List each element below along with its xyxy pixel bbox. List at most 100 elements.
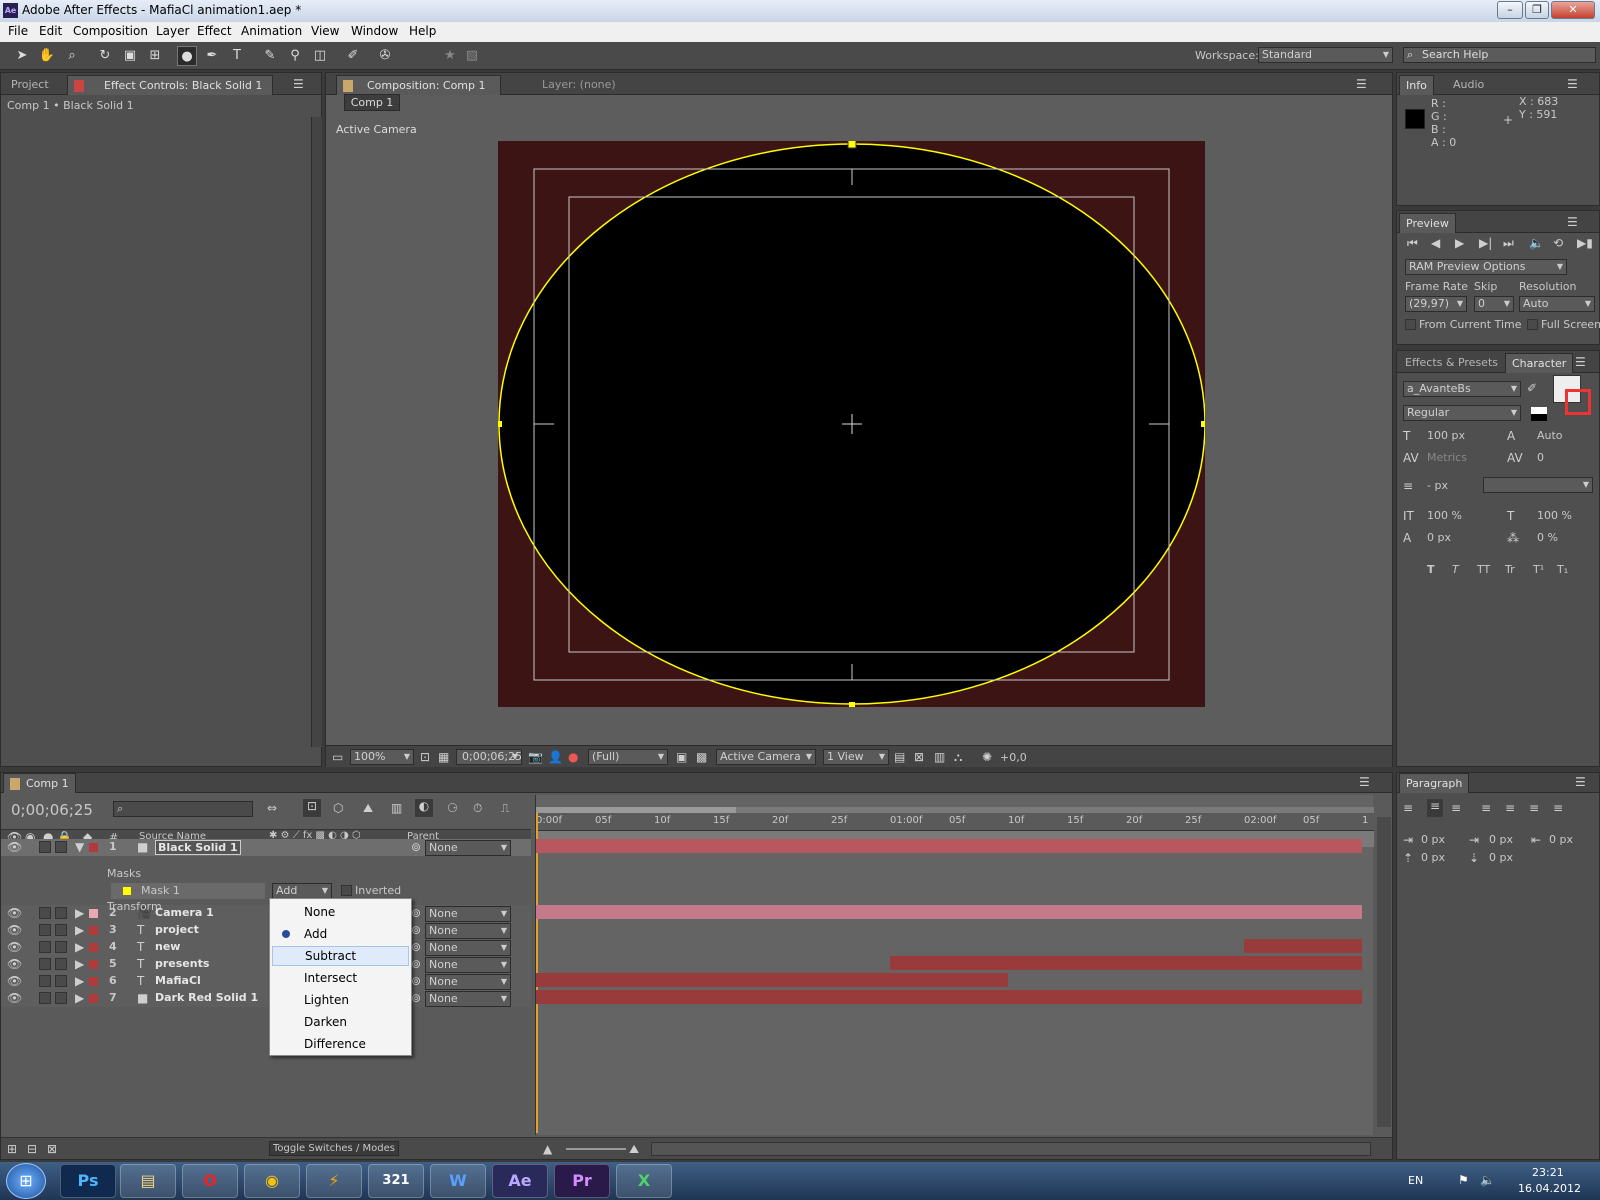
show-snapshot-icon[interactable]: 👤: [548, 750, 563, 764]
tsume-value[interactable]: 0 %: [1537, 531, 1558, 544]
masks-label[interactable]: Masks: [107, 867, 141, 880]
tab-paragraph[interactable]: Paragraph: [1399, 773, 1470, 793]
align-right-icon[interactable]: ≡: [1451, 801, 1461, 815]
brainstorm-icon[interactable]: ⚆: [447, 801, 458, 815]
lock-toggle[interactable]: [55, 924, 67, 936]
start-button[interactable]: ⊞: [6, 1163, 46, 1199]
expand-arrow-icon[interactable]: ▼: [75, 840, 84, 854]
after-effects-taskbar-icon[interactable]: Ae: [492, 1164, 548, 1198]
transform-label[interactable]: Transform: [107, 900, 162, 913]
graph-editor-icon[interactable]: ⎍: [501, 801, 509, 816]
minimize-button[interactable]: –: [1497, 1, 1523, 19]
pan-behind-tool-icon[interactable]: ⊞: [145, 46, 165, 66]
all-caps-button[interactable]: TT: [1477, 563, 1490, 576]
justify-all-icon[interactable]: ≡: [1553, 801, 1563, 815]
horizontal-scale-value[interactable]: 100 %: [1537, 509, 1572, 522]
resolution-select[interactable]: Auto: [1519, 296, 1595, 312]
exposure-icon[interactable]: ✺: [982, 750, 992, 764]
timeline-layer-row[interactable]: 👁 ▶ 2 🎥 Camera 1 ⊚ None: [1, 905, 531, 922]
indent-left-value[interactable]: 0 px: [1421, 833, 1445, 846]
always-preview-icon[interactable]: ▭: [332, 750, 343, 764]
live-update-icon[interactable]: ⊡: [303, 799, 321, 817]
menu-item-difference[interactable]: Difference: [272, 1034, 409, 1054]
indent-first-value[interactable]: 0 px: [1489, 833, 1513, 846]
small-caps-button[interactable]: Tr: [1505, 563, 1515, 576]
timeline-horizontal-scrollbar[interactable]: [651, 1142, 1371, 1156]
menu-item-add[interactable]: Add: [272, 924, 409, 944]
volume-icon[interactable]: 🔈: [1480, 1173, 1495, 1187]
lock-toggle[interactable]: [55, 907, 67, 919]
transparency-grid-icon[interactable]: ▦: [438, 750, 449, 764]
font-style-select[interactable]: Regular: [1403, 405, 1521, 421]
camera-view-select[interactable]: Active Camera: [716, 749, 816, 765]
tab-effects-presets[interactable]: Effects & Presets: [1399, 353, 1504, 373]
timeline-layer-row[interactable]: 👁 ▶ 3 Tproject ⊚ None: [1, 922, 531, 939]
timeline-layer-row[interactable]: 👁 ▶ 4 Tnew ⊚ None: [1, 939, 531, 956]
photoshop-taskbar-icon[interactable]: Ps: [60, 1164, 116, 1198]
previous-frame-icon[interactable]: ◀: [1431, 236, 1440, 250]
kerning-value[interactable]: Metrics: [1427, 451, 1467, 464]
toggle-switches-modes-button[interactable]: Toggle Switches / Modes: [269, 1141, 399, 1156]
menu-window[interactable]: Window: [351, 24, 398, 38]
type-tool-icon[interactable]: T: [227, 46, 247, 66]
draft-3d-icon[interactable]: ⬡: [333, 801, 343, 815]
maximize-button[interactable]: ❐: [1525, 1, 1549, 19]
faux-bold-button[interactable]: T: [1427, 563, 1435, 576]
parent-select[interactable]: None: [425, 923, 511, 939]
layer-duration-bar[interactable]: [890, 956, 1362, 970]
search-help-input[interactable]: ⌕ Search Help: [1403, 47, 1596, 63]
justify-left-icon[interactable]: ≡: [1481, 801, 1491, 815]
hand-tool-icon[interactable]: ✋: [37, 46, 57, 66]
eyedropper-icon[interactable]: ✐: [1527, 381, 1537, 395]
vertical-scale-value[interactable]: 100 %: [1427, 509, 1462, 522]
motion-blur-icon[interactable]: ◐: [415, 799, 433, 817]
indent-right-value[interactable]: 0 px: [1549, 833, 1573, 846]
chrome-taskbar-icon[interactable]: ◉: [244, 1164, 300, 1198]
superscript-button[interactable]: T¹: [1533, 563, 1544, 576]
view-layout-select[interactable]: 1 View: [823, 749, 889, 765]
opera-taskbar-icon[interactable]: O: [182, 1164, 238, 1198]
pickwhip-icon[interactable]: ⊚: [411, 991, 421, 1005]
ellipse-tool-icon[interactable]: ●: [177, 46, 197, 66]
layer-duration-bar[interactable]: [536, 839, 1362, 853]
layer-name[interactable]: project: [155, 923, 199, 936]
parent-select[interactable]: None: [425, 940, 511, 956]
tab-info[interactable]: Info: [1399, 75, 1434, 95]
excel-taskbar-icon[interactable]: X: [616, 1164, 672, 1198]
zoom-in-icon[interactable]: ⛰: [629, 1142, 639, 1157]
language-indicator[interactable]: EN: [1408, 1174, 1423, 1187]
frame-blending-icon[interactable]: ▥: [391, 801, 402, 815]
tab-timeline-comp[interactable]: Comp 1: [3, 773, 76, 793]
menu-effect[interactable]: Effect: [197, 24, 232, 38]
faux-italic-button[interactable]: T: [1452, 563, 1459, 576]
layer-name[interactable]: MafiaCl: [155, 974, 201, 987]
subscript-button[interactable]: T₁: [1557, 563, 1568, 576]
lock-toggle[interactable]: [55, 992, 67, 1004]
menu-help[interactable]: Help: [409, 24, 436, 38]
align-center-icon[interactable]: ≡: [1427, 799, 1443, 817]
media-player-taskbar-icon[interactable]: 321: [368, 1164, 424, 1198]
selection-tool-icon[interactable]: ➤: [12, 46, 32, 66]
layer-name[interactable]: Black Solid 1: [155, 840, 241, 855]
tab-project[interactable]: Project: [5, 75, 55, 95]
winamp-taskbar-icon[interactable]: ⚡: [306, 1164, 362, 1198]
parent-select[interactable]: None: [425, 991, 511, 1007]
menu-item-lighten[interactable]: Lighten: [272, 990, 409, 1010]
timeline-scrollbar[interactable]: [1377, 817, 1391, 1127]
timeline-layer-row[interactable]: 👁 ▶ 5 Tpresents ⊚ None: [1, 956, 531, 973]
eye-icon[interactable]: 👁: [7, 940, 22, 954]
magnification-select[interactable]: 100%: [350, 749, 414, 765]
leading-value[interactable]: Auto: [1537, 429, 1563, 442]
layer-label-color[interactable]: [89, 909, 98, 918]
pen-tool-icon[interactable]: ✒: [202, 46, 222, 66]
timeline-layer-row[interactable]: 👁 ▶ 6 T MafiaCl ⊚ None: [1, 973, 531, 990]
exposure-value[interactable]: +0,0: [1000, 751, 1027, 764]
tracking-value[interactable]: 0: [1537, 451, 1544, 464]
first-frame-icon[interactable]: ⏮: [1407, 236, 1418, 251]
puppet-tool-icon[interactable]: ✇: [375, 46, 395, 66]
time-ruler[interactable]: 0:00f 05f 10f 15f 20f 25f 01:00f 05f 10f 15f 20f 25…: [536, 813, 1374, 831]
mask-color-swatch[interactable]: [123, 887, 131, 895]
layer-name[interactable]: Dark Red Solid 1: [155, 991, 258, 1004]
menu-item-subtract[interactable]: Subtract: [272, 946, 409, 966]
expand-switches-icon[interactable]: ⊞: [7, 1142, 17, 1156]
